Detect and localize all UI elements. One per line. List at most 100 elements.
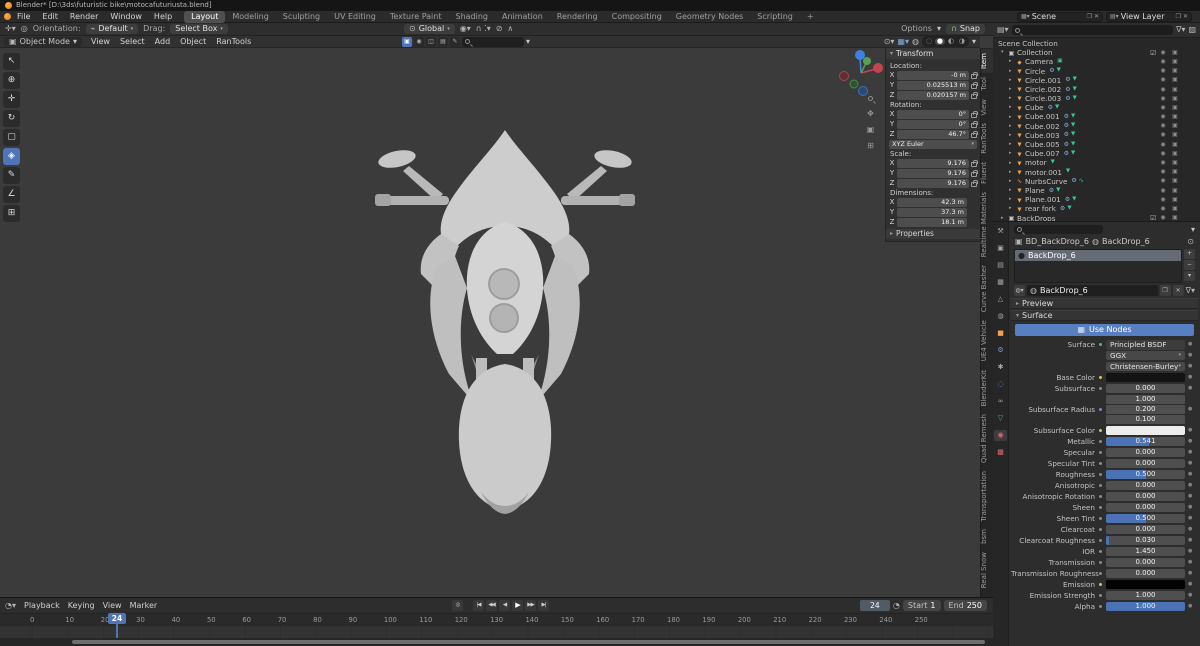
outliner-row-backdrops[interactable]: ▸ BackDrops ☑ ◉ ▣ [993,214,1200,221]
sheen-tint-slider[interactable]: 0.500 [1106,514,1185,523]
disable-render-icon[interactable]: ▣ [1170,150,1180,157]
expand-icon[interactable]: ▸ [1009,178,1014,184]
expand-icon[interactable]: ▸ [1009,206,1014,211]
lock-icon[interactable] [971,72,978,79]
active-tool-icon[interactable]: ✛▾ [5,25,16,33]
browse-material-icon[interactable]: ◍▾ [1014,285,1025,296]
outliner-row[interactable]: ▸ Circle ◉▣ [993,67,1200,76]
ntab-12[interactable]: Real Snow [980,548,994,592]
ntab-3[interactable]: RanTools [980,119,994,158]
disable-render-icon[interactable]: ▣ [1170,205,1180,212]
play-reverse-button[interactable]: ◀ [499,600,510,611]
anisotropic-slider[interactable]: 0.000 [1106,481,1185,490]
outliner-row[interactable]: ▸ Cube.001 ◉▣ [993,113,1200,122]
snap-button[interactable]: ∩ Snap [946,24,985,34]
subsurface-slider[interactable]: 0.000 [1106,384,1185,393]
rendered-shading-icon[interactable]: ◑ [957,38,967,45]
object-name[interactable]: Plane.001 [1025,196,1061,203]
location-y-field[interactable]: 0.025513 m [897,81,969,90]
outliner-row[interactable]: ▸ Cube.003 ◉▣ [993,131,1200,140]
orientation-dropdown[interactable]: ⌁ Default ▾ [85,24,139,34]
proportional-edit-icon[interactable]: ⊘ [496,25,503,33]
camera-view-icon[interactable]: ▣ [864,124,877,136]
object-name[interactable]: NurbsCurve [1025,178,1067,185]
expand-icon[interactable]: ▸ [1009,68,1014,74]
lock-icon[interactable] [971,170,978,177]
object-name[interactable]: motor [1025,159,1047,166]
base-color-swatch[interactable] [1106,373,1185,382]
move-tool[interactable]: ✛ [3,91,20,108]
emission-color-swatch[interactable] [1106,580,1185,589]
object-name[interactable]: Cube.007 [1025,150,1060,157]
object-name[interactable]: Camera [1025,58,1053,65]
outliner-row[interactable]: ▸ Camera ◉▣ [993,57,1200,66]
hide-eye-icon[interactable]: ◉ [1158,114,1168,120]
outliner-row[interactable]: ▸ NurbsCurve ◉▣ [993,177,1200,186]
mi-0[interactable]: File [11,11,36,22]
tab-world-icon[interactable]: ◍ [994,311,1007,322]
falloff-icon[interactable]: ∧ [507,25,513,33]
play-button[interactable]: ▶ [512,600,523,611]
slot-specials-button[interactable]: ▾ [1184,271,1195,281]
ws-tab-4[interactable]: Texture Paint [383,11,449,23]
ntab-6[interactable]: Curve Basher [980,261,994,316]
expand-icon[interactable]: ▸ [1009,188,1014,193]
ntab-0[interactable]: Item [980,49,994,73]
next-keyframe-button[interactable]: ▶▶ [525,600,536,611]
expand-icon[interactable]: ▸ [1009,123,1014,129]
zoom-icon[interactable] [864,92,877,104]
disable-render-icon[interactable]: ▣ [1170,68,1180,74]
view-layer-selector[interactable]: ▤▾ View Layer ❐ ✕ [1106,11,1192,22]
specular-slider[interactable]: 0.000 [1106,448,1185,457]
outliner-filter-icon[interactable]: ∇▾ [1176,26,1185,34]
blenderkit-search-input[interactable] [462,36,524,47]
disable-render-icon[interactable]: ▣ [1170,104,1180,111]
expand-icon[interactable]: ▸ [1009,87,1014,92]
cursor-tool[interactable]: ⊕ [3,72,20,89]
ws-tab-9[interactable]: Geometry Nodes [669,11,750,23]
material-shading-icon[interactable]: ◐ [946,38,956,45]
properties-options-caret[interactable]: ▾ [1191,225,1195,234]
hide-eye-icon[interactable]: ◉ [1158,68,1168,74]
expand-icon[interactable]: ▾ [1001,50,1006,55]
rotation-y-field[interactable]: 0° [897,120,969,129]
expand-icon[interactable]: ▸ [1009,114,1014,120]
new-material-button[interactable]: ❐ [1159,285,1171,296]
ws-tab-0[interactable]: Layout [184,10,226,23]
ws-tab-3[interactable]: UV Editing [327,11,383,23]
drag-dropdown[interactable]: Select Box ▾ [170,24,228,34]
mi-0[interactable]: View [86,36,115,47]
start-frame-field[interactable]: Start 1 [902,600,941,611]
object-name[interactable]: rear fork [1025,205,1056,212]
hide-eye-icon[interactable]: ◉ [1158,150,1168,157]
material-slot-selected[interactable]: ● BackDrop_6 [1015,250,1181,261]
hide-eye-icon[interactable]: ◉ [1158,196,1168,203]
subsurface-color-swatch[interactable] [1106,426,1185,435]
disable-render-icon[interactable]: ▣ [1170,49,1180,56]
hide-eye-icon[interactable]: ◉ [1158,123,1168,129]
clearcoat-roughness-slider[interactable]: 0.030 [1106,536,1185,545]
tab-render-icon[interactable]: ▣ [994,243,1007,254]
tab-material-icon[interactable]: ◉ [994,430,1007,441]
ior-slider[interactable]: 1.450 [1106,547,1185,556]
hide-eye-icon[interactable]: ◉ [1158,205,1168,212]
ntab-8[interactable]: BlenderKit [980,366,994,410]
shading-options-caret[interactable]: ▾ [972,37,976,46]
tab-constraints-icon[interactable]: ∞ [994,396,1007,407]
location-z-field[interactable]: 0.020157 m [897,91,969,100]
scale-x-field[interactable]: 9.176 [897,159,969,168]
3d-viewport[interactable]: ↖ ⊕ ✛ ↻ ▢ ◈ ✎ ∠ ⊞ ✥ ▣ ⊞ ▾ Transform Loca… [0,48,980,597]
hide-eye-icon[interactable]: ◉ [1158,141,1168,148]
roughness-slider[interactable]: 0.500 [1106,470,1185,479]
surface-panel-header[interactable]: ▾ Surface [1011,310,1198,321]
unlink-scene-button[interactable]: ✕ [1094,13,1099,20]
timeline-editor-type-icon[interactable]: ◔▾ [5,601,16,610]
disable-render-icon[interactable]: ▣ [1170,196,1180,203]
object-name[interactable]: Cube [1025,104,1044,111]
lock-icon[interactable] [971,131,978,138]
ws-tab-2[interactable]: Sculpting [276,11,327,23]
distribution-dropdown[interactable]: GGX [1106,351,1185,360]
new-scene-button[interactable]: ❐ [1087,13,1092,20]
anisotropic-rotation-slider[interactable]: 0.000 [1106,492,1185,501]
tab-scene-icon[interactable]: △ [994,294,1007,305]
